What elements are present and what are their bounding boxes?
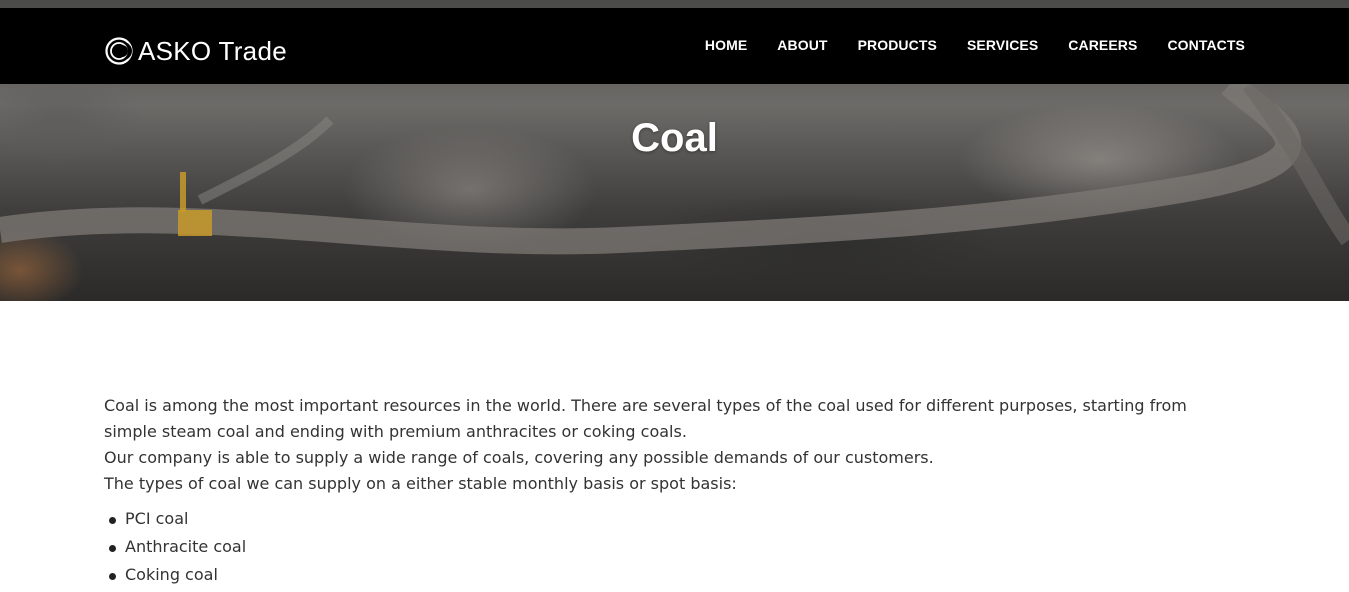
types-paragraph: The types of coal we can supply on a eit… <box>104 474 737 493</box>
brand-logo[interactable]: ASKO Trade <box>104 36 287 66</box>
coal-types-list: PCI coal Anthracite coal Coking coal <box>104 505 1244 589</box>
nav-services[interactable]: SERVICES <box>967 37 1038 53</box>
list-item: Coking coal <box>104 561 1244 589</box>
nav-careers[interactable]: CAREERS <box>1068 37 1137 53</box>
list-item: PCI coal <box>104 505 1244 533</box>
nav-contacts[interactable]: CONTACTS <box>1167 37 1245 53</box>
main-nav: HOME ABOUT PRODUCTS SERVICES CAREERS CON… <box>705 37 1245 53</box>
crescent-logo-icon <box>105 37 133 65</box>
list-item: Anthracite coal <box>104 533 1244 561</box>
brand-name: ASKO Trade <box>138 36 287 66</box>
nav-products[interactable]: PRODUCTS <box>858 37 937 53</box>
nav-home[interactable]: HOME <box>705 37 747 53</box>
page-title: Coal <box>631 116 718 160</box>
nav-about[interactable]: ABOUT <box>777 37 827 53</box>
top-navigation-bar: ASKO Trade HOME ABOUT PRODUCTS SERVICES … <box>0 8 1349 84</box>
hero-banner: ASKO Trade HOME ABOUT PRODUCTS SERVICES … <box>0 0 1349 301</box>
main-content: Coal is among the most important resourc… <box>104 393 1244 589</box>
intro-paragraph: Coal is among the most important resourc… <box>104 396 1187 441</box>
supply-paragraph: Our company is able to supply a wide ran… <box>104 448 934 467</box>
